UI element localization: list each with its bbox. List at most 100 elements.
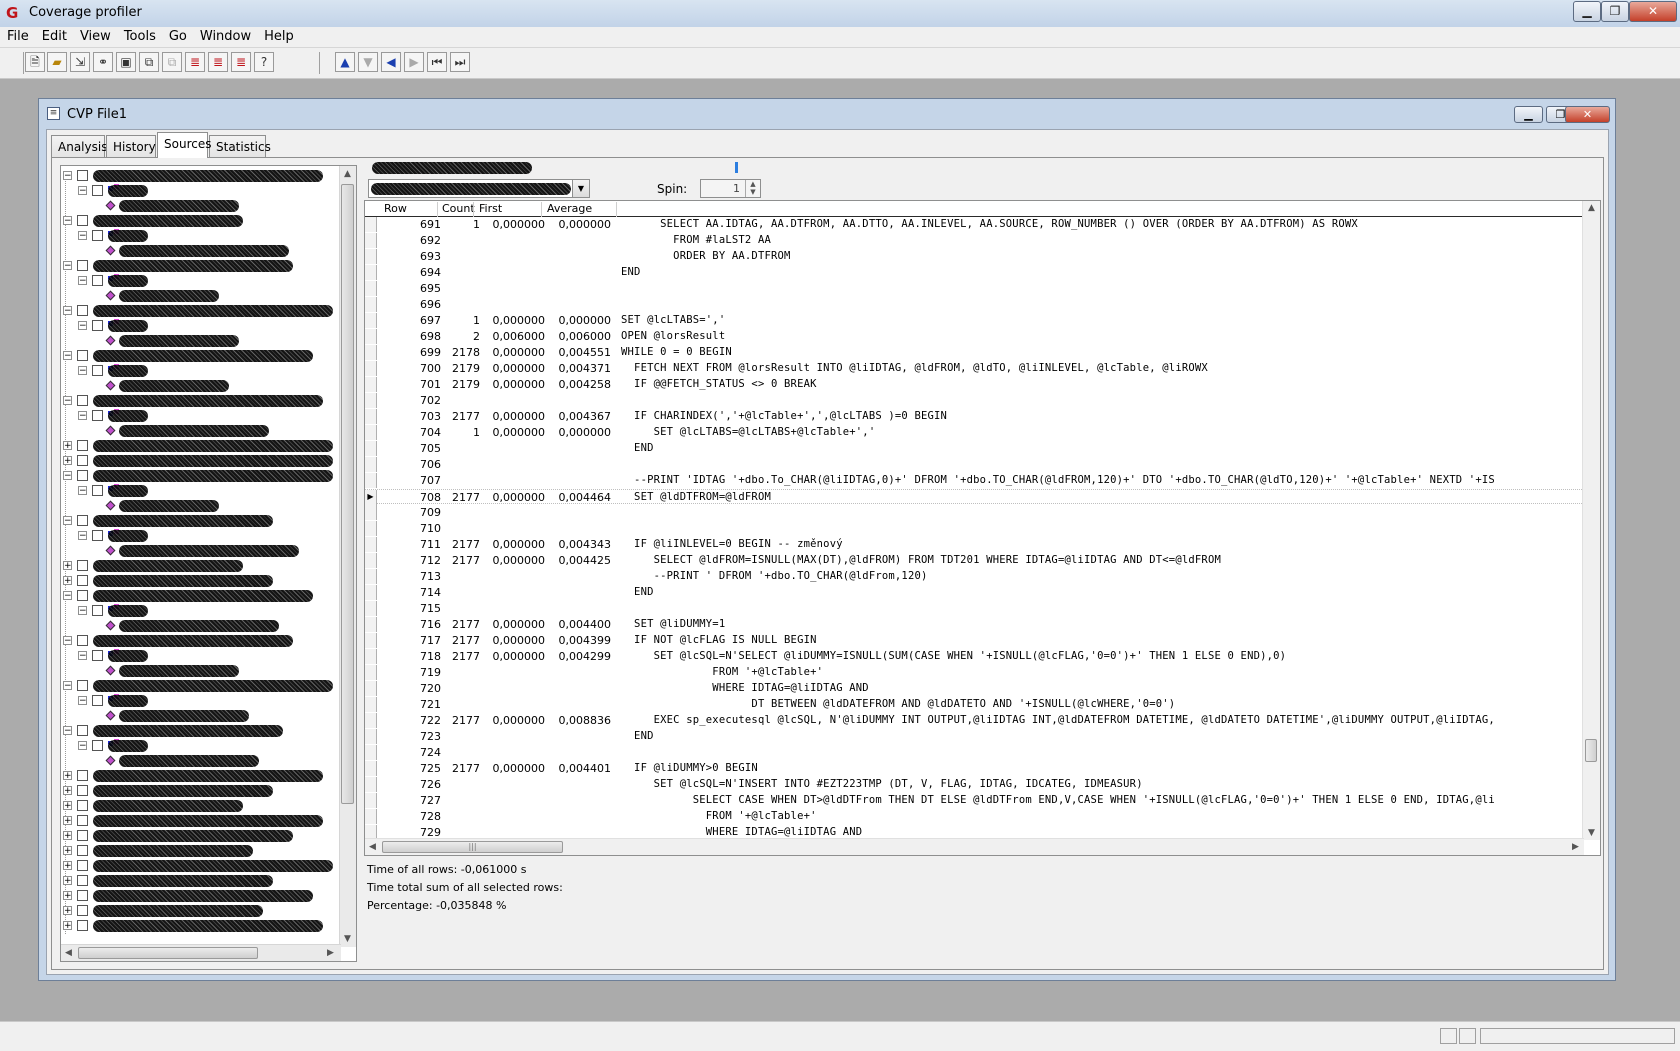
- menu-edit[interactable]: Edit: [35, 27, 73, 44]
- collapse-icon[interactable]: −: [78, 321, 87, 331]
- column-header-count[interactable]: Count: [442, 202, 475, 215]
- expand-icon[interactable]: +: [63, 786, 72, 796]
- menu-go[interactable]: Go: [162, 27, 193, 44]
- expand-icon[interactable]: +: [63, 891, 72, 901]
- node-checkbox-icon[interactable]: [77, 920, 88, 931]
- node-checkbox-icon[interactable]: [92, 530, 103, 541]
- table-row[interactable]: 717 2177 0,000000 0,004399 IF NOT @lcFLAG I…: [365, 633, 1584, 648]
- node-checkbox-icon[interactable]: [92, 365, 103, 376]
- table-row[interactable]: 726 SET @lcSQL=N'INSERT INTO #EZT223TMP …: [365, 777, 1584, 792]
- expand-icon[interactable]: +: [63, 816, 72, 826]
- row-indicator[interactable]: [365, 377, 377, 392]
- save-icon[interactable]: ▣: [116, 52, 136, 72]
- collapse-icon[interactable]: −: [78, 231, 87, 241]
- table-row[interactable]: 697 1 0,000000 0,000000 SET @lcLTABS=',': [365, 313, 1584, 328]
- menu-help[interactable]: Help: [257, 27, 300, 44]
- row-indicator[interactable]: [365, 233, 377, 248]
- row-indicator[interactable]: [365, 681, 377, 696]
- tree-node[interactable]: [61, 754, 341, 769]
- node-checkbox-icon[interactable]: [77, 785, 88, 796]
- collapse-icon[interactable]: −: [78, 366, 87, 376]
- tree-node[interactable]: −: [61, 394, 341, 409]
- table-row[interactable]: 716 2177 0,000000 0,004400 SET @liDUMMY=1: [365, 617, 1584, 632]
- table-row[interactable]: 703 2177 0,000000 0,004367 IF CHARINDEX(','…: [365, 409, 1584, 424]
- node-checkbox-icon[interactable]: [77, 560, 88, 571]
- table-row[interactable]: 701 2179 0,000000 0,004258 IF @@FETCH_STATU…: [365, 377, 1584, 392]
- maximize-button[interactable]: ❐: [1601, 1, 1629, 22]
- node-checkbox-icon[interactable]: [77, 515, 88, 526]
- row-indicator[interactable]: [365, 761, 377, 776]
- tree-node[interactable]: −: [61, 304, 341, 319]
- row-indicator[interactable]: [365, 665, 377, 680]
- expand-icon[interactable]: +: [63, 576, 72, 586]
- table-row[interactable]: 720 WHERE IDTAG=@liIDTAG AND: [365, 681, 1584, 696]
- row-indicator[interactable]: [365, 409, 377, 424]
- node-checkbox-icon[interactable]: [92, 275, 103, 286]
- expand-icon[interactable]: +: [63, 801, 72, 811]
- tree-node[interactable]: [61, 499, 341, 514]
- node-checkbox-icon[interactable]: [92, 185, 103, 196]
- table-row[interactable]: 705 END: [365, 441, 1584, 456]
- minimize-button[interactable]: ▁: [1573, 1, 1601, 22]
- row-indicator[interactable]: [365, 329, 377, 344]
- table-row[interactable]: 719 FROM '+@lcTable+': [365, 665, 1584, 680]
- tree-hscroll-thumb[interactable]: [78, 947, 258, 959]
- tree-node[interactable]: −: [61, 319, 341, 334]
- scroll-down-icon[interactable]: ▼: [1588, 828, 1595, 838]
- grid-hscroll-thumb[interactable]: |||: [382, 841, 563, 853]
- tree-node[interactable]: +: [61, 799, 341, 814]
- table-row[interactable]: 694 END: [365, 265, 1584, 280]
- table-row[interactable]: 722 2177 0,000000 0,008836 EXEC sp_executes…: [365, 713, 1584, 728]
- table-row[interactable]: 699 2178 0,000000 0,004551 WHILE 0 = 0 BEGIN: [365, 345, 1584, 360]
- table-row[interactable]: 725 2177 0,000000 0,004401 IF @liDUMMY>0 BE…: [365, 761, 1584, 776]
- tab-statistics[interactable]: Statistics: [209, 135, 271, 157]
- row-indicator[interactable]: [365, 281, 377, 296]
- splitter-marker[interactable]: [735, 162, 738, 173]
- expand-icon[interactable]: +: [63, 441, 72, 451]
- collapse-icon[interactable]: −: [78, 696, 87, 706]
- find-binoculars-icon[interactable]: ⚭: [93, 52, 113, 72]
- node-checkbox-icon[interactable]: [77, 440, 88, 451]
- node-checkbox-icon[interactable]: [77, 905, 88, 916]
- table-row[interactable]: 693 ORDER BY AA.DTFROM: [365, 249, 1584, 264]
- row-indicator[interactable]: [365, 585, 377, 600]
- source-grid[interactable]: Row Count First Average 691 1 0,000000 0,00…: [364, 200, 1601, 856]
- node-checkbox-icon[interactable]: [77, 770, 88, 781]
- grid-scroll-thumb[interactable]: [1585, 739, 1597, 762]
- row-indicator[interactable]: [365, 649, 377, 664]
- table-row[interactable]: 700 2179 0,000000 0,004371 FETCH NEXT FROM …: [365, 361, 1584, 376]
- table-row[interactable]: 695: [365, 281, 1584, 296]
- node-checkbox-icon[interactable]: [77, 395, 88, 406]
- row-indicator[interactable]: [365, 777, 377, 792]
- node-checkbox-icon[interactable]: [77, 215, 88, 226]
- tree-node[interactable]: −: [61, 214, 341, 229]
- collapse-icon[interactable]: −: [78, 651, 87, 661]
- node-checkbox-icon[interactable]: [77, 830, 88, 841]
- tree-node[interactable]: −: [61, 364, 341, 379]
- tree-node[interactable]: [61, 334, 341, 349]
- tree-node[interactable]: [61, 424, 341, 439]
- tree-horizontal-scrollbar[interactable]: ◀ ▶: [61, 944, 341, 961]
- table-row[interactable]: 698 2 0,006000 0,006000 OPEN @lorsResult: [365, 329, 1584, 344]
- tree-node[interactable]: +: [61, 559, 341, 574]
- child-minimize-button[interactable]: ▁: [1514, 106, 1543, 123]
- row-indicator[interactable]: [365, 297, 377, 312]
- tree-vertical-scrollbar[interactable]: ▲ ▼: [339, 166, 356, 947]
- child-close-button[interactable]: ✕: [1565, 106, 1610, 123]
- table-row[interactable]: 704 1 0,000000 0,000000 SET @lcLTABS=@lcLTA…: [365, 425, 1584, 440]
- table-row[interactable]: 715: [365, 601, 1584, 616]
- tree-node[interactable]: +: [61, 769, 341, 784]
- first-icon[interactable]: ⏮: [427, 52, 447, 72]
- grid-horizontal-scrollbar[interactable]: ◀ ||| ▶: [365, 838, 1584, 855]
- row-indicator[interactable]: [365, 569, 377, 584]
- collapse-icon[interactable]: −: [78, 276, 87, 286]
- tree-node[interactable]: −: [61, 514, 341, 529]
- import-icon[interactable]: ⇲: [70, 52, 90, 72]
- node-checkbox-icon[interactable]: [92, 485, 103, 496]
- scroll-down-icon[interactable]: ▼: [344, 934, 351, 944]
- node-checkbox-icon[interactable]: [92, 410, 103, 421]
- menu-window[interactable]: Window: [193, 27, 257, 44]
- tree-node[interactable]: −: [61, 259, 341, 274]
- collapse-icon[interactable]: −: [78, 486, 87, 496]
- node-checkbox-icon[interactable]: [77, 725, 88, 736]
